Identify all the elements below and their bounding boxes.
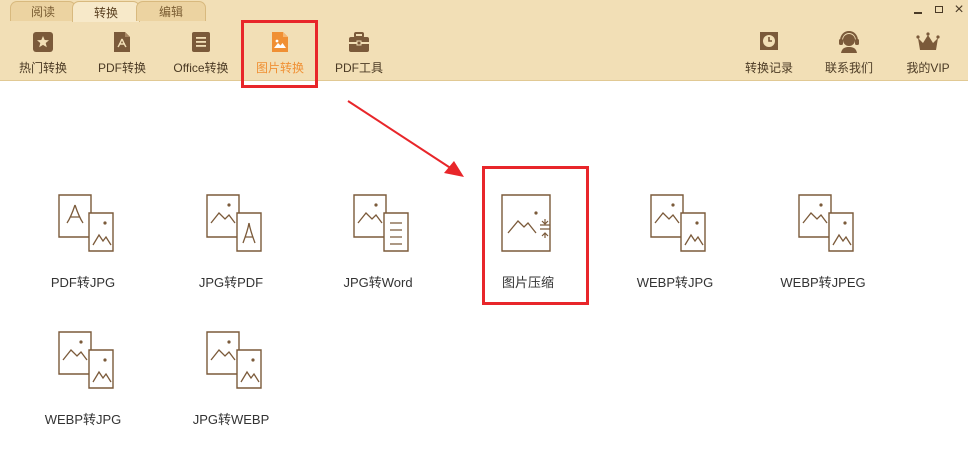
item-label: JPG转PDF [198, 275, 264, 290]
jpg-to-webp-icon [206, 331, 262, 389]
item-jpg-to-pdf[interactable]: JPG转PDF [171, 193, 291, 303]
webp-to-jpg-icon [58, 331, 114, 389]
close-button[interactable]: × [953, 2, 965, 18]
toolbar-label: PDF转换 [97, 61, 146, 75]
item-label: PDF转JPG [50, 275, 116, 290]
jpg-to-word-icon [353, 194, 409, 252]
toolbar-history[interactable]: 转换记录 [731, 22, 807, 78]
annotation-highlight-toolbar [241, 20, 318, 88]
item-pdf-to-jpg[interactable]: PDF转JPG [23, 193, 143, 303]
toolbar-pdf-tools[interactable]: PDF工具 [321, 22, 397, 78]
item-webp-to-jpg[interactable]: WEBP转JPG [23, 330, 143, 440]
toolbar-label: Office转换 [173, 61, 229, 75]
toolbar-label: 我的VIP [906, 61, 950, 75]
toolbar-label: 热门转换 [18, 61, 67, 75]
item-jpg-to-word[interactable]: JPG转Word [318, 193, 438, 303]
item-label: WEBP转JPG [636, 275, 714, 290]
toolbar-label: 转换记录 [744, 61, 793, 75]
annotation-highlight-compress [482, 166, 589, 305]
crown-icon [916, 32, 940, 50]
minimize-button[interactable] [912, 4, 924, 16]
toolbar-office-convert[interactable]: Office转换 [163, 22, 239, 78]
item-webp-to-jpeg[interactable]: WEBP转JPEG [763, 193, 883, 303]
item-webp-to-jpg[interactable]: WEBP转JPG [615, 193, 735, 303]
toolbar-label: 联系我们 [824, 61, 873, 75]
pdf-icon [114, 32, 130, 52]
toolbar-contact[interactable]: 联系我们 [811, 22, 887, 78]
jpg-to-pdf-icon [206, 194, 262, 252]
clock-icon [760, 32, 778, 50]
tab-strip: 阅读 转换 编辑 × [0, 0, 968, 22]
top-bar: 阅读 转换 编辑 × 热门转换 PDF转换 Office转换 图片转换 PDF工… [0, 0, 968, 81]
headset-icon [839, 30, 859, 53]
tab-read[interactable]: 阅读 [10, 1, 76, 21]
toolbar-hot-convert[interactable]: 热门转换 [5, 22, 81, 78]
star-icon [33, 32, 53, 52]
tab-convert[interactable]: 转换 [72, 1, 140, 22]
maximize-icon [935, 6, 943, 13]
toolbar-pdf-convert[interactable]: PDF转换 [84, 22, 160, 78]
item-label: JPG转Word [343, 275, 413, 290]
item-jpg-to-webp[interactable]: JPG转WEBP [171, 330, 291, 440]
webp-to-jpeg-icon [798, 194, 854, 252]
item-label: JPG转WEBP [192, 412, 270, 427]
toolbar-label: PDF工具 [334, 61, 383, 75]
annotation-arrow [347, 100, 464, 177]
tab-edit[interactable]: 编辑 [136, 1, 206, 21]
item-label: WEBP转JPG [44, 412, 122, 427]
maximize-button[interactable] [933, 4, 945, 16]
toolbar-vip[interactable]: 我的VIP [890, 22, 966, 78]
minimize-icon [914, 12, 922, 14]
item-label: WEBP转JPEG [780, 275, 866, 290]
pdf-to-jpg-icon [58, 194, 114, 252]
toolbox-icon [349, 32, 369, 52]
webp-to-jpg-icon [650, 194, 706, 252]
document-icon [192, 32, 210, 52]
